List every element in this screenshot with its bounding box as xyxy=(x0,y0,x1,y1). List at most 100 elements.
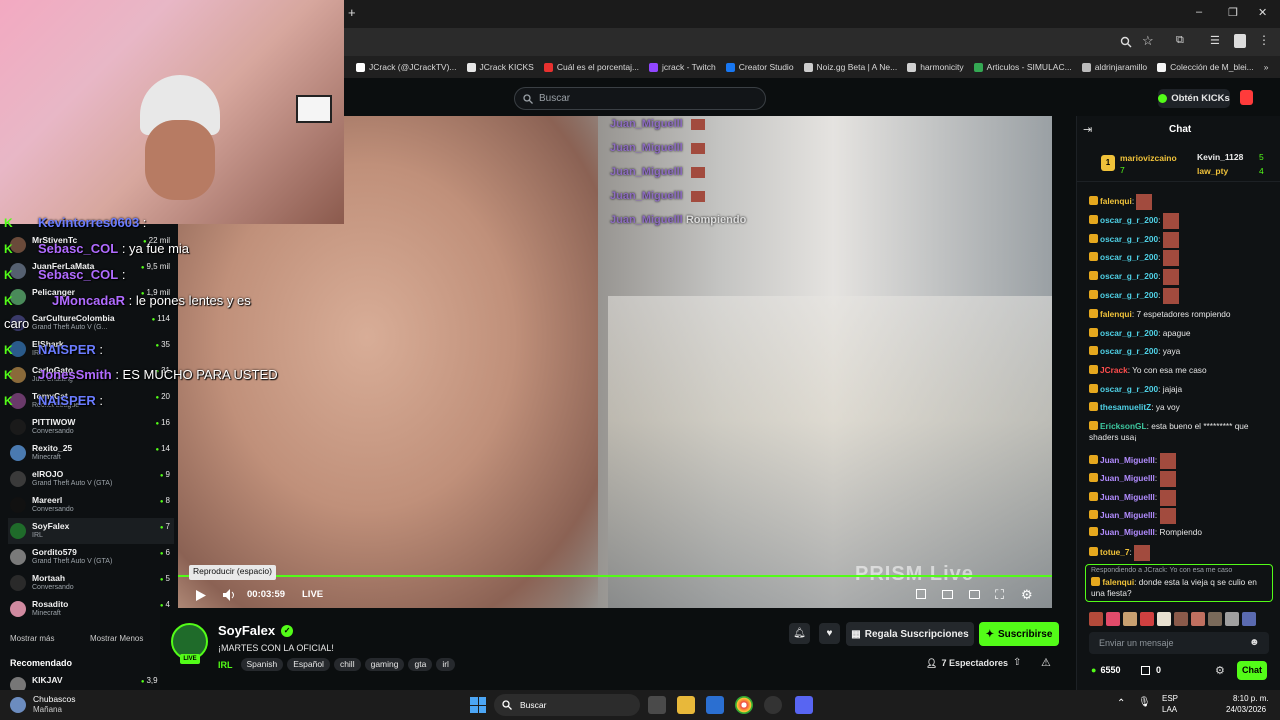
mail-icon[interactable] xyxy=(706,696,724,714)
stream-tag[interactable]: Español xyxy=(287,658,330,671)
zoom-icon[interactable] xyxy=(1120,36,1132,48)
bookmark-item[interactable]: Noiz.gg Beta | A Ne... xyxy=(803,62,897,72)
bookmark-item[interactable]: Cuál es el porcentaj... xyxy=(543,62,639,72)
reply-user[interactable]: falenqui xyxy=(1102,577,1134,587)
emote-icon[interactable] xyxy=(1157,612,1171,626)
fullscreen-icon[interactable]: ⛶ xyxy=(995,587,1004,603)
taskbar-search[interactable]: Buscar xyxy=(494,694,640,716)
sidebar-channel[interactable]: CarCultureColombia Grand Theft Auto V (G.… xyxy=(8,310,174,336)
maximize-button[interactable]: ❐ xyxy=(1228,6,1238,19)
bookmark-item[interactable]: Articulos - SIMULAC... xyxy=(973,62,1072,72)
weather-icon[interactable] xyxy=(10,697,26,713)
clip-icon[interactable] xyxy=(942,590,953,599)
emote-icon[interactable] xyxy=(1106,612,1120,626)
reply-message[interactable]: Respondiendo a JCrack: Yo con esa me cas… xyxy=(1085,564,1273,602)
bookmark-item[interactable]: Creator Studio xyxy=(725,62,794,72)
chat-username[interactable]: JCrack xyxy=(1100,365,1128,375)
chat-username[interactable]: oscar_g_r_200 xyxy=(1100,346,1158,356)
chat-input[interactable]: Enviar un mensaje xyxy=(1089,632,1269,654)
subscribe-button[interactable]: ✦ Suscribirse xyxy=(979,622,1059,646)
emote-icon[interactable] xyxy=(1225,612,1239,626)
stream-tag[interactable]: irl xyxy=(436,658,455,671)
clock-date[interactable]: 24/03/2026 xyxy=(1226,705,1266,714)
chat-username[interactable]: oscar_g_r_200 xyxy=(1100,328,1158,338)
chat-username[interactable]: falenqui xyxy=(1100,309,1132,319)
language-top[interactable]: ESP xyxy=(1162,694,1178,703)
bookmark-item[interactable]: jcrack - Twitch xyxy=(649,62,716,72)
obs-icon[interactable] xyxy=(764,696,782,714)
sidebar-channel[interactable]: Gordito579Grand Theft Auto V (GTA) 6 xyxy=(8,544,174,570)
emote-icon[interactable] xyxy=(1089,612,1103,626)
chat-username[interactable]: thesamuelitZ xyxy=(1100,402,1151,412)
report-icon[interactable]: ⚠ xyxy=(1041,656,1051,669)
chat-username[interactable]: Juan_Miguelll xyxy=(1100,492,1155,502)
sidebar-channel[interactable]: PITTIWOWConversando 16 xyxy=(8,414,174,440)
chat-username[interactable]: Juan_Miguelll xyxy=(1100,510,1155,520)
show-less-link[interactable]: Mostrar Menos xyxy=(90,634,143,643)
stream-tag[interactable]: gta xyxy=(408,658,433,671)
chat-username[interactable]: oscar_g_r_200 xyxy=(1100,271,1158,281)
bookmark-item[interactable]: aldrinjaramillo xyxy=(1081,62,1147,72)
share-icon[interactable]: ⇧ xyxy=(1013,657,1021,668)
stream-category[interactable]: IRL xyxy=(218,660,233,670)
settings-icon[interactable]: ⚙ xyxy=(1021,587,1033,603)
emote-icon[interactable] xyxy=(1191,612,1205,626)
pip-icon[interactable] xyxy=(916,589,926,599)
bookmark-item[interactable]: JCrack KICKS xyxy=(466,62,534,72)
bookmark-item[interactable]: harmonicity xyxy=(907,62,964,72)
stream-tag[interactable]: Spanish xyxy=(240,658,284,671)
chat-username[interactable]: Juan_Miguelll xyxy=(1100,455,1155,465)
minimize-button[interactable]: – xyxy=(1196,6,1202,18)
chat-username[interactable]: oscar_g_r_200 xyxy=(1100,252,1158,262)
volume-icon[interactable] xyxy=(223,589,236,601)
clock-time[interactable]: 8:10 p. m. xyxy=(1233,694,1269,703)
notifications-button[interactable]: 🔔︎ xyxy=(789,623,810,644)
emote-icon[interactable] xyxy=(1174,612,1188,626)
sidebar-channel[interactable]: Rexito_25Minecraft 14 xyxy=(8,440,174,466)
reading-list-icon[interactable]: ☰ xyxy=(1210,34,1220,47)
close-window-button[interactable]: ✕ xyxy=(1258,6,1267,19)
collapse-chat-icon[interactable]: ⇥ xyxy=(1083,123,1092,136)
bookmark-star-icon[interactable]: ☆ xyxy=(1142,33,1154,49)
streamer-name[interactable]: SoyFalex xyxy=(218,623,275,638)
gift-subs-button[interactable]: ▦ Regala Suscripciones xyxy=(846,622,974,646)
sidebar-channel[interactable]: MortaahConversando 5 xyxy=(8,570,174,596)
theater-mode-icon[interactable] xyxy=(969,590,980,599)
get-kicks-button[interactable]: Obtén KICKs xyxy=(1158,89,1230,108)
address-bar[interactable]: ☆ ⧉ ☰ ⋮ xyxy=(344,28,1280,56)
profile-icon[interactable] xyxy=(1234,34,1246,48)
bookmark-item[interactable]: JCrack (@JCrackTV)... xyxy=(356,62,457,72)
bookmark-item[interactable]: Colección de M_blei... xyxy=(1157,62,1254,72)
chrome-icon[interactable] xyxy=(735,696,753,714)
video-progress-bar[interactable] xyxy=(178,575,1052,577)
chat-username[interactable]: oscar_g_r_200 xyxy=(1100,215,1158,225)
chat-username[interactable]: falenqui xyxy=(1100,196,1132,206)
emote-icon[interactable] xyxy=(1123,612,1137,626)
chat-username[interactable]: oscar_g_r_200 xyxy=(1100,384,1158,394)
channel-points[interactable]: 0 xyxy=(1141,665,1161,675)
sidebar-channel[interactable]: MareerlConversando 8 xyxy=(8,492,174,518)
stream-tag[interactable]: gaming xyxy=(364,658,405,671)
windows-start-icon[interactable] xyxy=(470,697,486,713)
search-input[interactable]: Buscar xyxy=(514,87,766,110)
chat-username[interactable]: EricksonGL xyxy=(1100,421,1147,431)
file-explorer-icon[interactable] xyxy=(677,696,695,714)
leader-3-name[interactable]: law_pty xyxy=(1197,166,1228,176)
menu-dots-icon[interactable]: ⋮ xyxy=(1258,33,1270,47)
play-icon[interactable] xyxy=(196,590,206,601)
sidebar-channel[interactable]: elROJOGrand Theft Auto V (GTA) 9 xyxy=(8,466,174,492)
emote-icon[interactable] xyxy=(1242,612,1256,626)
chat-username[interactable]: oscar_g_r_200 xyxy=(1100,234,1158,244)
sidebar-channel[interactable]: RosaditoMinecraft 4 xyxy=(8,596,174,622)
emote-icon[interactable] xyxy=(1140,612,1154,626)
show-more-link[interactable]: Mostrar más xyxy=(10,634,54,643)
emote-icon[interactable] xyxy=(1208,612,1222,626)
chat-username[interactable]: Juan_Miguelll xyxy=(1100,527,1155,537)
discord-icon[interactable] xyxy=(795,696,813,714)
language-bottom[interactable]: LAA xyxy=(1162,705,1177,714)
sidebar-channel[interactable]: SoyFalexIRL 7 xyxy=(8,518,174,544)
chat-username[interactable]: Juan_Miguelll xyxy=(1100,473,1155,483)
chat-username[interactable]: oscar_g_r_200 xyxy=(1100,290,1158,300)
microphone-icon[interactable]: 🎙︎ xyxy=(1138,697,1151,708)
emoji-icon[interactable]: ☻ xyxy=(1249,637,1260,648)
